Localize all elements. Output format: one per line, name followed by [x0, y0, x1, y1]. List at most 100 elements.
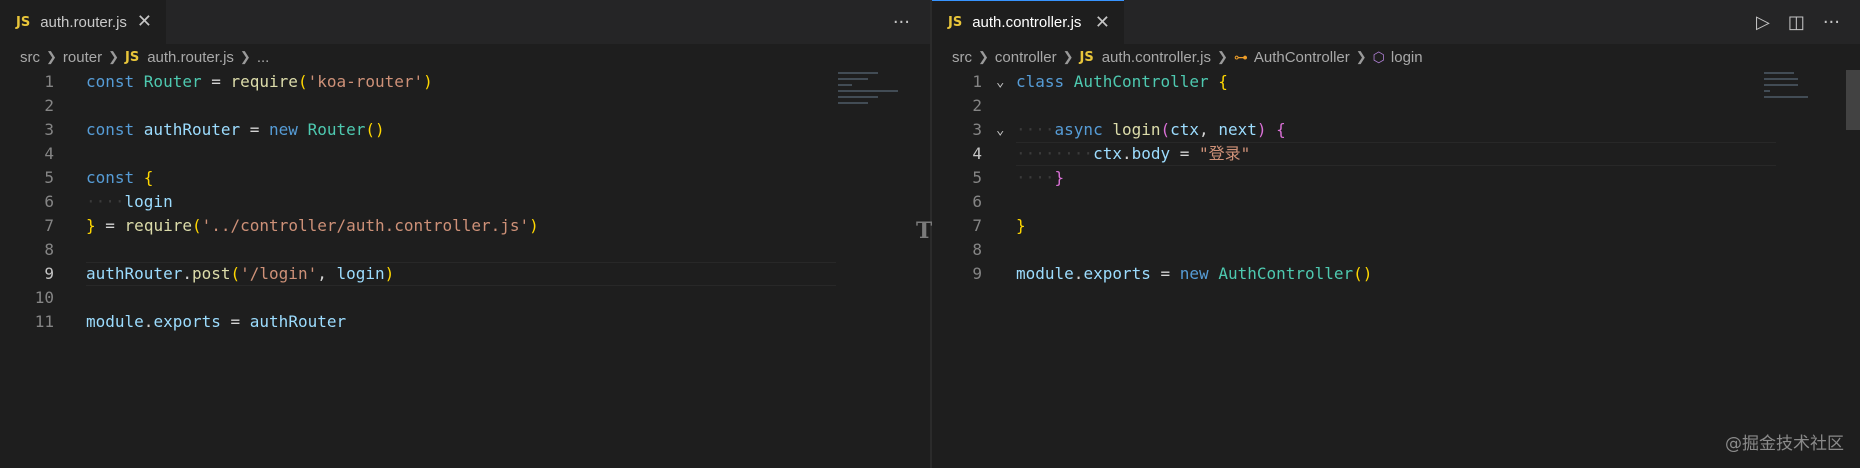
chevron-right-icon: ❯ — [46, 49, 57, 64]
split-editor-icon[interactable]: ◫ — [1788, 12, 1805, 33]
code-token: ) — [384, 264, 395, 283]
code-token: = — [95, 216, 125, 235]
code-token: { — [1266, 120, 1286, 139]
class-icon: ⊶ — [1233, 48, 1248, 65]
code-token: } — [1016, 216, 1026, 235]
close-icon[interactable]: ✕ — [137, 13, 152, 31]
fold-chevron-icon[interactable]: ⌄ — [996, 118, 1004, 142]
drag-marker: T — [916, 218, 933, 244]
line-number: 8 — [44, 240, 54, 259]
tab-auth-router[interactable]: JS auth.router.js ✕ — [0, 0, 166, 44]
code-token: . — [143, 312, 154, 331]
breadcrumb-item[interactable]: router — [63, 49, 102, 66]
code-token: Router — [307, 120, 366, 139]
code-token: ( — [1160, 120, 1171, 139]
code-line[interactable]: 5 ····} — [932, 166, 1860, 190]
code-token: ( — [297, 72, 308, 91]
code-token: module — [1016, 264, 1074, 283]
code-line[interactable]: 9 module.exports = new AuthController() — [932, 262, 1860, 286]
code-text: ········ctx.body = "登录" — [1016, 142, 1250, 166]
line-number: 5 — [44, 168, 54, 187]
code-line[interactable]: 7} — [932, 214, 1860, 238]
code-text: } — [1016, 214, 1026, 238]
code-line[interactable]: 7} = require('../controller/auth.control… — [0, 214, 930, 238]
code-token: module — [86, 312, 144, 331]
code-token: = — [1170, 144, 1200, 163]
code-line[interactable]: 9 authRouter.post('/login', login) — [0, 262, 930, 286]
code-token: , — [317, 264, 337, 283]
code-line[interactable]: 11 module.exports = authRouter — [0, 310, 930, 334]
chevron-right-icon: ❯ — [978, 49, 989, 64]
code-token: require — [230, 72, 298, 91]
right-editor-pane: JS auth.controller.js ✕ ▷ ◫ ··· src ❯ co… — [932, 0, 1860, 468]
code-token: login — [124, 192, 173, 211]
code-line[interactable]: 4 ········ctx.body = "登录" — [932, 142, 1860, 166]
fold-chevron-icon[interactable]: ⌄ — [996, 70, 1004, 94]
code-token: = — [201, 72, 231, 91]
code-editor[interactable]: 1 const Router = require('koa-router') 2 3 c… — [0, 70, 930, 468]
line-number: 11 — [34, 312, 54, 331]
more-actions-icon[interactable]: ··· — [1823, 12, 1840, 33]
line-number: 4 — [972, 144, 982, 163]
minimap[interactable] — [1764, 70, 1844, 130]
code-line[interactable]: 4 — [0, 142, 930, 166]
line-number: 3 — [44, 120, 54, 139]
code-line[interactable]: 2 — [932, 94, 1860, 118]
code-text: ····async login(ctx, next) { — [1016, 118, 1286, 142]
left-editor-actions: ··· — [893, 0, 910, 44]
breadcrumb-item[interactable]: ... — [257, 49, 270, 66]
code-token: new — [269, 120, 308, 139]
code-text: module.exports = authRouter — [86, 310, 346, 334]
code-token: exports — [153, 312, 221, 331]
code-line[interactable]: 3 const authRouter = new Router() — [0, 118, 930, 142]
run-icon[interactable]: ▷ — [1756, 12, 1770, 33]
code-line[interactable]: 6 — [932, 190, 1860, 214]
line-number: 1 — [44, 72, 54, 91]
code-token: login — [336, 264, 385, 283]
code-token: authRouter — [86, 264, 183, 283]
breadcrumb-item[interactable]: auth.controller.js — [1102, 49, 1211, 66]
code-token: const — [86, 168, 144, 187]
js-file-icon: JS — [125, 49, 140, 65]
more-actions-icon[interactable]: ··· — [893, 12, 910, 33]
code-line[interactable]: 8 — [932, 238, 1860, 262]
breadcrumb-item[interactable]: src — [952, 49, 972, 66]
line-number: 7 — [972, 216, 982, 235]
code-line[interactable]: 3 ⌄ ····async login(ctx, next) { — [932, 118, 1860, 142]
breadcrumb-item[interactable]: AuthController — [1254, 49, 1350, 66]
code-line[interactable]: 8 — [0, 238, 930, 262]
js-file-icon: JS — [16, 14, 31, 30]
code-line[interactable]: 6 ····login — [0, 190, 930, 214]
code-token: = — [1150, 264, 1180, 283]
tab-auth-controller[interactable]: JS auth.controller.js ✕ — [932, 0, 1124, 44]
breadcrumb-item[interactable]: login — [1391, 49, 1423, 66]
right-tab-bar: JS auth.controller.js ✕ ▷ ◫ ··· — [932, 0, 1860, 44]
breadcrumb-item[interactable]: controller — [995, 49, 1057, 66]
code-token: new — [1179, 264, 1219, 283]
code-line[interactable]: 1 ⌄ class AuthController { — [932, 70, 1860, 94]
code-token: ctx — [1093, 144, 1122, 163]
chevron-right-icon: ❯ — [1216, 49, 1228, 64]
scrollbar-thumb[interactable] — [1846, 70, 1860, 130]
code-line[interactable]: 2 — [0, 94, 930, 118]
code-token: ···· — [1016, 120, 1055, 139]
right-editor-actions: ▷ ◫ ··· — [1756, 0, 1840, 44]
code-token: } — [1054, 168, 1065, 187]
code-line[interactable]: 5 const { — [0, 166, 930, 190]
chevron-right-icon: ❯ — [108, 49, 119, 64]
line-number: 4 — [44, 144, 54, 163]
breadcrumb-item[interactable]: auth.router.js — [147, 49, 234, 66]
left-tab-bar: JS auth.router.js ✕ ··· — [0, 0, 930, 44]
code-line[interactable]: 1 const Router = require('koa-router') — [0, 70, 930, 94]
code-token: Router — [143, 72, 202, 91]
tab-label: auth.controller.js — [972, 14, 1082, 31]
line-number: 6 — [44, 192, 54, 211]
close-icon[interactable]: ✕ — [1095, 13, 1110, 32]
breadcrumb: src ❯ router ❯ JS auth.router.js ❯ ... — [20, 46, 269, 68]
watermark: @掘金技术社区 — [1725, 434, 1844, 454]
code-line[interactable]: 10 — [0, 286, 930, 310]
minimap[interactable] — [838, 70, 918, 130]
breadcrumb-item[interactable]: src — [20, 49, 40, 66]
code-editor[interactable]: 1 ⌄ class AuthController {2 3 ⌄ ····async log… — [932, 70, 1860, 468]
code-text: const Router = require('koa-router') — [86, 70, 433, 94]
